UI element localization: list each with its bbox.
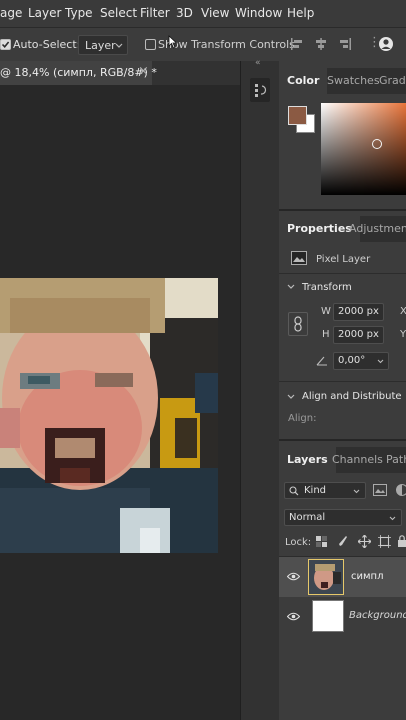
layer-filter-dropdown[interactable]: Kind xyxy=(284,482,366,499)
lock-all-icon[interactable] xyxy=(398,535,406,547)
divider xyxy=(279,439,406,441)
tab-adjustments[interactable]: Adjustments xyxy=(341,216,406,242)
lock-image-pixels-icon[interactable] xyxy=(336,535,348,548)
align-distribute-header: Align and Distribute xyxy=(302,391,402,402)
menu-select[interactable]: Select xyxy=(100,6,137,20)
color-picker-field[interactable] xyxy=(321,103,406,195)
angle-icon xyxy=(316,356,327,366)
align-right-icon[interactable] xyxy=(338,37,352,51)
layer-kind-label: Pixel Layer xyxy=(316,254,371,265)
dropdown-value: Layer xyxy=(85,39,116,52)
collapse-panels-icon[interactable]: « xyxy=(255,58,261,68)
align-left-icon[interactable] xyxy=(290,37,304,51)
divider xyxy=(279,273,406,274)
divider xyxy=(279,209,406,211)
transform-controls-checkbox[interactable] xyxy=(145,39,156,50)
tab-paths[interactable]: Path xyxy=(378,447,406,473)
align-center-icon[interactable] xyxy=(314,37,328,51)
divider xyxy=(279,381,406,382)
blend-mode-dropdown[interactable]: Normal xyxy=(284,509,402,526)
menu-bar: age Layer Type Select Filter 3D View Win… xyxy=(0,0,406,27)
auto-select-label: Auto-Select: xyxy=(13,38,81,51)
menu-help[interactable]: Help xyxy=(287,6,314,20)
lock-artboard-icon[interactable] xyxy=(378,535,391,548)
pixel-layer-icon xyxy=(291,251,307,265)
transform-controls-label: Show Transform Controls xyxy=(158,38,295,51)
eye-icon[interactable] xyxy=(287,572,300,581)
color-picker-cursor[interactable] xyxy=(372,139,382,149)
layer-name[interactable]: симпл xyxy=(351,571,383,582)
filter-adjustment-layers-icon[interactable] xyxy=(395,483,406,497)
lock-transparent-pixels-icon[interactable] xyxy=(316,536,327,547)
chevron-down-icon[interactable] xyxy=(287,394,295,400)
lock-label: Lock: xyxy=(285,537,312,548)
eye-icon[interactable] xyxy=(287,612,300,621)
options-bar: Auto-Select: Layer Show Transform Contro… xyxy=(0,27,406,63)
width-field[interactable]: 2000 px xyxy=(333,303,384,321)
y-label: Y xyxy=(400,329,406,340)
menu-image[interactable]: age xyxy=(0,6,22,20)
right-panels: Color Swatches Gradie Properties Adjustm… xyxy=(279,61,406,720)
history-panel-button[interactable] xyxy=(250,78,270,102)
filter-pixel-layers-icon[interactable] xyxy=(373,484,387,496)
transform-header: Transform xyxy=(302,282,352,293)
color-panel-tabs: Color Swatches Gradie xyxy=(279,68,406,94)
angle-field[interactable]: 0,00° xyxy=(333,352,389,370)
chevron-down-icon[interactable] xyxy=(287,284,295,290)
menu-filter[interactable]: Filter xyxy=(140,6,170,20)
checkmark-icon xyxy=(1,41,10,49)
layer-row-simpl[interactable]: симпл xyxy=(279,557,406,597)
history-icon xyxy=(255,84,267,97)
link-icon xyxy=(294,316,302,332)
link-dimensions-button[interactable] xyxy=(288,312,308,336)
auto-select-checkbox[interactable] xyxy=(0,39,11,50)
auto-select-target-dropdown[interactable]: Layer xyxy=(78,35,128,55)
blend-mode-value: Normal xyxy=(289,512,326,523)
menu-view[interactable]: View xyxy=(201,6,229,20)
chevron-down-icon xyxy=(377,359,384,364)
mouse-cursor-icon xyxy=(168,35,178,49)
panel-dock-strip: « xyxy=(240,58,280,720)
document-title: @ 18,4% (симпл, RGB/8#) * xyxy=(0,66,157,79)
user-account-icon[interactable] xyxy=(378,36,396,52)
foreground-color-swatch[interactable] xyxy=(288,106,307,125)
chevron-down-icon xyxy=(115,43,123,48)
lock-position-icon[interactable] xyxy=(358,535,371,548)
layer-thumbnail xyxy=(308,559,344,595)
search-icon xyxy=(289,486,299,496)
chevron-down-icon xyxy=(353,489,360,494)
document-tab[interactable]: @ 18,4% (симпл, RGB/8#) * × xyxy=(0,61,157,85)
menu-window[interactable]: Window xyxy=(235,6,282,20)
layer-row-background[interactable]: Background xyxy=(279,597,406,637)
height-field[interactable]: 2000 px xyxy=(333,326,384,344)
close-tab-icon[interactable]: × xyxy=(138,64,149,79)
menu-type[interactable]: Type xyxy=(65,6,93,20)
menu-3d[interactable]: 3D xyxy=(176,6,193,20)
height-label: H xyxy=(322,329,330,340)
menu-layer[interactable]: Layer xyxy=(28,6,61,20)
width-label: W xyxy=(321,306,331,317)
layer-name[interactable]: Background xyxy=(349,610,406,621)
filter-kind-label: Kind xyxy=(304,485,327,496)
face-thumbnail-icon xyxy=(309,560,343,594)
angle-value: 0,00° xyxy=(338,355,366,366)
x-label: X xyxy=(400,306,406,317)
properties-panel-tabs: Properties Adjustments xyxy=(279,216,406,242)
background-layer-thumbnail xyxy=(312,600,344,632)
pixelated-face-image[interactable] xyxy=(0,278,218,553)
tab-gradients[interactable]: Gradie xyxy=(371,68,406,94)
layers-panel-tabs: Layers Channels Path xyxy=(279,447,406,473)
mosaic-image xyxy=(0,278,218,553)
chevron-down-icon xyxy=(389,516,396,521)
align-label: Align: xyxy=(288,413,317,424)
